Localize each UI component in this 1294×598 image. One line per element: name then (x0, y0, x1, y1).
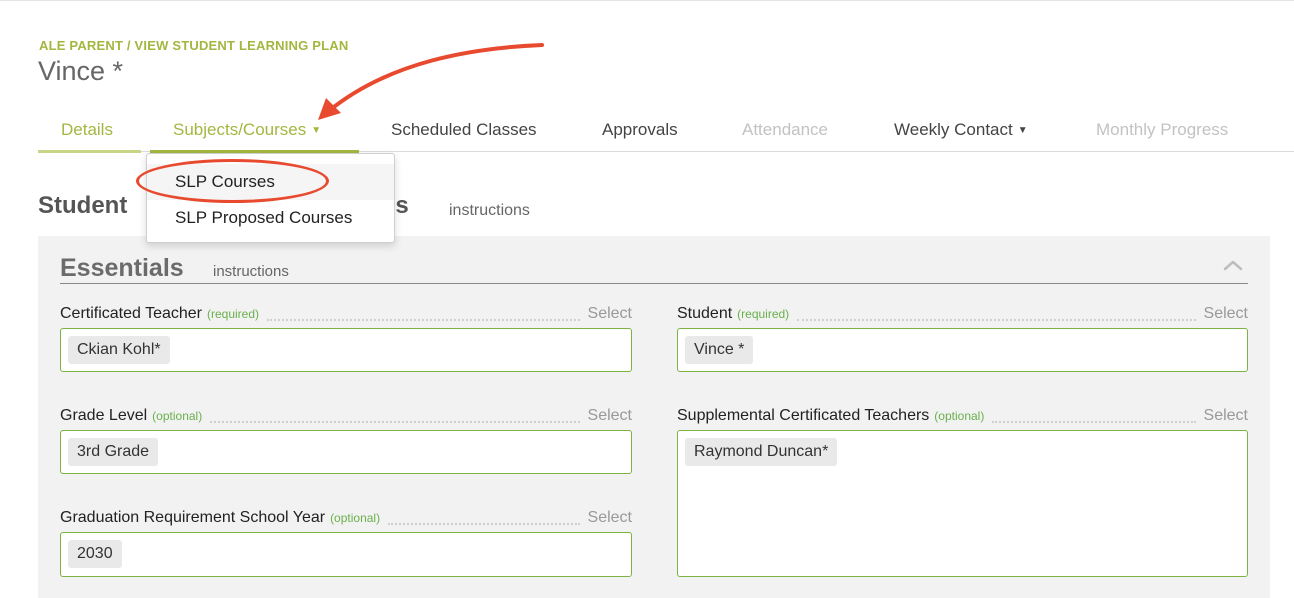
graduation-year-label-text: Graduation Requirement School Year (60, 509, 326, 526)
leader-dots (210, 411, 580, 423)
optional-tag: (optional) (330, 511, 381, 525)
student-select-link[interactable]: Select (1204, 305, 1248, 323)
selected-value-chip[interactable]: Vince * (685, 336, 754, 364)
tab-attendance-label: Attendance (742, 120, 829, 139)
selected-value-chip[interactable]: Ckian Kohl* (68, 336, 170, 364)
tab-details-label: Details (61, 120, 113, 139)
certificated-teacher-label-text: Certificated Teacher (60, 305, 202, 322)
tab-approvals[interactable]: Approvals (602, 120, 678, 140)
optional-tag: (optional) (152, 409, 203, 423)
leader-dots (267, 309, 580, 321)
page-title: Vince * (38, 56, 124, 86)
student-field[interactable]: Vince * (677, 328, 1248, 372)
supplemental-teachers-field[interactable]: Raymond Duncan* (677, 430, 1248, 577)
student-label: Student (required) Select (677, 305, 1248, 325)
tab-weekly-contact-label: Weekly Contact (894, 120, 1013, 139)
section-instructions-link[interactable]: instructions (449, 202, 530, 220)
tab-subjects-courses[interactable]: Subjects/Courses ▼ (173, 120, 321, 140)
tab-details-underline (38, 150, 141, 153)
leader-dots (797, 309, 1196, 321)
tab-approvals-label: Approvals (602, 120, 678, 139)
chevron-up-icon[interactable] (1222, 258, 1244, 272)
tab-scheduled-classes-label: Scheduled Classes (391, 120, 537, 139)
certificated-teacher-field[interactable]: Ckian Kohl* (60, 328, 632, 372)
section-title-start: Student (38, 192, 128, 219)
essentials-panel: Essentials instructions Certificated Tea… (38, 236, 1270, 598)
student-label-text: Student (677, 305, 733, 322)
menu-item-slp-proposed-courses[interactable]: SLP Proposed Courses (147, 200, 394, 236)
essentials-title: Essentials (60, 254, 184, 282)
certificated-teacher-select-link[interactable]: Select (588, 305, 632, 323)
supplemental-teachers-label: Supplemental Certificated Teachers (opti… (677, 407, 1248, 427)
leader-dots (992, 411, 1196, 423)
essentials-divider (60, 283, 1248, 284)
tab-monthly-progress: Monthly Progress (1096, 120, 1228, 140)
optional-tag: (optional) (934, 409, 985, 423)
leader-dots (388, 513, 580, 525)
menu-item-slp-courses[interactable]: SLP Courses (147, 164, 394, 200)
caret-down-icon: ▼ (311, 125, 322, 136)
grade-level-label-text: Grade Level (60, 407, 148, 424)
tab-subjects-courses-label: Subjects/Courses (173, 120, 307, 139)
required-tag: (required) (737, 307, 790, 321)
graduation-year-field[interactable]: 2030 (60, 532, 632, 577)
essentials-instructions-link[interactable]: instructions (213, 263, 289, 280)
grade-level-label: Grade Level (optional) Select (60, 407, 632, 427)
supplemental-teachers-select-link[interactable]: Select (1204, 407, 1248, 425)
grade-level-select-link[interactable]: Select (588, 407, 632, 425)
tab-weekly-contact[interactable]: Weekly Contact ▼ (894, 120, 1028, 140)
selected-value-chip[interactable]: 3rd Grade (68, 438, 159, 466)
grade-level-field[interactable]: 3rd Grade (60, 430, 632, 474)
tab-attendance: Attendance (742, 120, 828, 140)
tab-scheduled-classes[interactable]: Scheduled Classes (391, 120, 537, 140)
top-divider (0, 0, 1294, 1)
tab-bar: Details Subjects/Courses ▼ Scheduled Clas… (0, 110, 1294, 153)
supplemental-teachers-label-text: Supplemental Certificated Teachers (677, 407, 930, 424)
graduation-year-label: Graduation Requirement School Year (opti… (60, 509, 632, 529)
tab-details[interactable]: Details (61, 120, 113, 140)
subjects-courses-dropdown: SLP Courses SLP Proposed Courses (146, 153, 395, 243)
caret-down-icon: ▼ (1017, 125, 1028, 136)
selected-value-chip[interactable]: Raymond Duncan* (685, 438, 838, 466)
selected-value-chip[interactable]: 2030 (68, 540, 122, 568)
tab-monthly-progress-label: Monthly Progress (1096, 120, 1229, 139)
breadcrumb: ALE PARENT / VIEW STUDENT LEARNING PLAN (39, 38, 349, 53)
required-tag: (required) (207, 307, 260, 321)
certificated-teacher-label: Certificated Teacher (required) Select (60, 305, 632, 325)
graduation-year-select-link[interactable]: Select (588, 509, 632, 527)
